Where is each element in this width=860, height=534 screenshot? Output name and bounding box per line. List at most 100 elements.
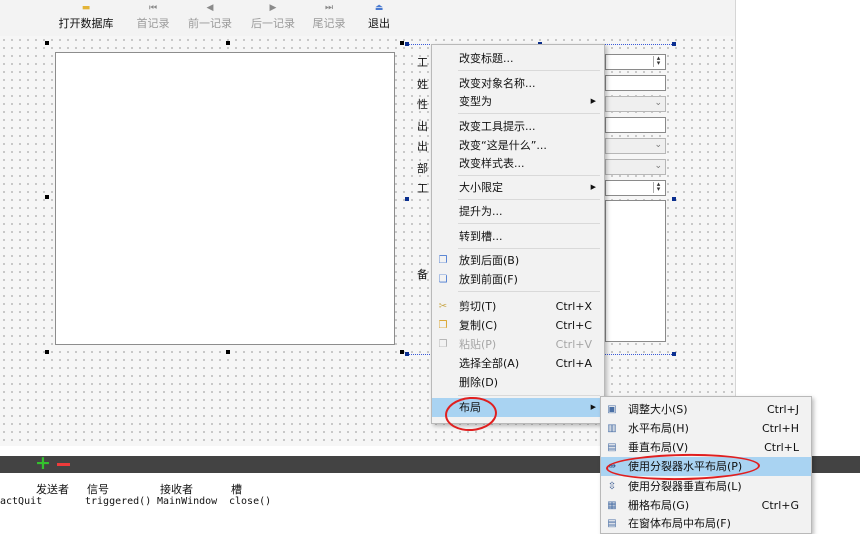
layout-submenu: ▣ 调整大小(S) Ctrl+J ▥ 水平布局(H) Ctrl+H ▤ 垂直布局(V) Ct… — [600, 396, 812, 534]
resize-handle[interactable] — [45, 195, 49, 199]
next-record-icon: ▶ — [269, 3, 277, 13]
form-label-id: 工 — [417, 56, 428, 69]
context-menu: 改变标题... 改变对象名称... 变型为 ▶ 改变工具提示... 改变“这是什么… — [431, 44, 605, 424]
menu-promote-to[interactable]: 提升为... — [432, 202, 604, 221]
group-handle[interactable] — [672, 42, 676, 46]
menu-bring-to-front[interactable]: ❏ 放到前面(F) — [432, 270, 604, 289]
canvas-edge — [735, 0, 736, 446]
menu-paste[interactable]: ❐ 粘贴(P) Ctrl+V — [432, 335, 604, 354]
submenu-arrow-icon: ▶ — [590, 183, 596, 191]
resize-handle[interactable] — [400, 41, 404, 45]
first-record-button[interactable]: ⏮ 首记录 — [135, 2, 171, 34]
form-label-gender: 性 — [417, 98, 428, 111]
resize-handle[interactable] — [45, 350, 49, 354]
column-header-receiver: 接收者 — [160, 483, 193, 496]
group-handle[interactable] — [672, 197, 676, 201]
name-field[interactable] — [605, 75, 666, 91]
resize-handle[interactable] — [400, 350, 404, 354]
form-label-memo: 备 — [417, 268, 428, 281]
resize-handle[interactable] — [226, 41, 230, 45]
cell-signal[interactable]: triggered() — [85, 496, 151, 507]
menu-change-tooltip[interactable]: 改变工具提示... — [432, 117, 604, 136]
grid-layout-icon: ▦ — [607, 500, 617, 511]
horizontal-layout-icon: ▥ — [607, 423, 617, 434]
scissors-icon: ✂ — [438, 301, 448, 312]
spin-arrows-icon[interactable]: ▴ ▾ — [653, 55, 663, 67]
form-label-birth: 出 — [417, 120, 428, 133]
cell-receiver[interactable]: MainWindow — [157, 496, 217, 507]
menu-morph-into[interactable]: 变型为 ▶ — [432, 92, 604, 111]
toolbar: ▬ 打开数据库 ⏮ 首记录 ◀ 前一记录 ▶ 后一记录 ⏭ 尾记录 ⏏ 退出 — [0, 0, 735, 37]
menu-separator — [458, 395, 600, 396]
menu-select-all[interactable]: 选择全部(A) Ctrl+A — [432, 354, 604, 373]
signal-slot-toolbar — [812, 456, 860, 473]
exit-button[interactable]: ⏏ 退出 — [365, 2, 393, 34]
form-label-birthplace: 出 — [417, 140, 428, 153]
menu-change-object-name[interactable]: 改变对象名称... — [432, 74, 604, 93]
menu-separator — [458, 113, 600, 114]
menu-horizontal-layout[interactable]: ▥ 水平布局(H) Ctrl+H — [601, 419, 811, 438]
form-label-name: 姓 — [417, 78, 428, 91]
group-handle[interactable] — [405, 197, 409, 201]
menu-send-to-back[interactable]: ❐ 放到后面(B) — [432, 251, 604, 270]
menu-adjust-size[interactable]: ▣ 调整大小(S) Ctrl+J — [601, 400, 811, 419]
menu-grid-layout[interactable]: ▦ 栅格布局(G) Ctrl+G — [601, 496, 811, 515]
menu-layout[interactable]: 布局 ▶ — [432, 398, 604, 417]
salary-spinbox[interactable]: ▴ ▾ — [605, 180, 666, 196]
open-database-button[interactable]: ▬ 打开数据库 — [55, 2, 117, 34]
resize-handle[interactable] — [45, 41, 49, 45]
prev-record-button[interactable]: ◀ 前一记录 — [185, 2, 235, 34]
menu-splitter-horizontal-layout[interactable]: ⇹ 使用分裂器水平布局(P) — [601, 457, 811, 476]
photo-frame[interactable] — [55, 52, 395, 345]
cell-slot[interactable]: close() — [229, 496, 271, 507]
menu-separator — [458, 70, 600, 71]
column-header-slot: 槽 — [231, 483, 242, 496]
gender-combo[interactable]: ⌄ — [605, 96, 666, 112]
column-header-signal: 信号 — [87, 483, 109, 496]
department-combo[interactable]: ⌄ — [605, 159, 666, 175]
menu-change-whats-this[interactable]: 改变“这是什么”... — [432, 136, 604, 155]
vertical-layout-icon: ▤ — [607, 442, 617, 453]
splitter-vertical-icon: ⇳ — [607, 481, 617, 492]
menu-change-stylesheet[interactable]: 改变样式表... — [432, 154, 604, 173]
birthplace-combo[interactable]: ⌄ — [605, 138, 666, 154]
menu-cut[interactable]: ✂ 剪切(T) Ctrl+X — [432, 297, 604, 316]
birth-date-field[interactable] — [605, 117, 666, 133]
menu-separator — [458, 223, 600, 224]
menu-form-layout[interactable]: ▤ 在窗体布局中布局(F) — [601, 514, 811, 533]
menu-size-constraints[interactable]: 大小限定 ▶ — [432, 178, 604, 197]
next-record-button[interactable]: ▶ 后一记录 — [248, 2, 298, 34]
adjust-size-icon: ▣ — [607, 404, 617, 415]
remove-connection-icon[interactable] — [57, 463, 70, 466]
menu-splitter-vertical-layout[interactable]: ⇳ 使用分裂器垂直布局(L) — [601, 477, 811, 496]
bring-to-front-icon: ❏ — [438, 274, 448, 285]
column-header-sender: 发送者 — [36, 483, 69, 496]
last-record-button[interactable]: ⏭ 尾记录 — [310, 2, 348, 34]
submenu-arrow-icon: ▶ — [590, 403, 596, 411]
spin-arrows-icon[interactable]: ▴ ▾ — [653, 181, 663, 193]
resize-handle[interactable] — [226, 350, 230, 354]
prev-record-icon: ◀ — [206, 3, 214, 13]
menu-change-title[interactable]: 改变标题... — [432, 49, 604, 68]
menu-delete[interactable]: 删除(D) — [432, 373, 604, 392]
id-spinbox[interactable]: ▴ ▾ — [605, 54, 666, 70]
menu-separator — [458, 199, 600, 200]
send-to-back-icon: ❐ — [438, 255, 448, 266]
menu-separator — [458, 248, 600, 249]
chevron-down-icon: ⌄ — [654, 140, 662, 150]
submenu-arrow-icon: ▶ — [590, 97, 596, 105]
menu-vertical-layout[interactable]: ▤ 垂直布局(V) Ctrl+L — [601, 438, 811, 457]
memo-textarea[interactable] — [605, 200, 666, 342]
menu-copy[interactable]: ❒ 复制(C) Ctrl+C — [432, 316, 604, 335]
splitter-horizontal-icon: ⇹ — [607, 461, 617, 472]
cell-sender[interactable]: actQuit — [0, 496, 80, 507]
group-handle[interactable] — [672, 352, 676, 356]
menu-go-to-slot[interactable]: 转到槽... — [432, 227, 604, 246]
last-record-icon: ⏭ — [324, 3, 334, 13]
add-connection-icon[interactable]: + — [35, 452, 51, 474]
paste-icon: ❐ — [438, 339, 448, 350]
exit-icon: ⏏ — [374, 3, 384, 13]
folder-icon: ▬ — [81, 3, 91, 13]
form-label-department: 部 — [417, 162, 428, 175]
first-record-icon: ⏮ — [148, 3, 158, 13]
